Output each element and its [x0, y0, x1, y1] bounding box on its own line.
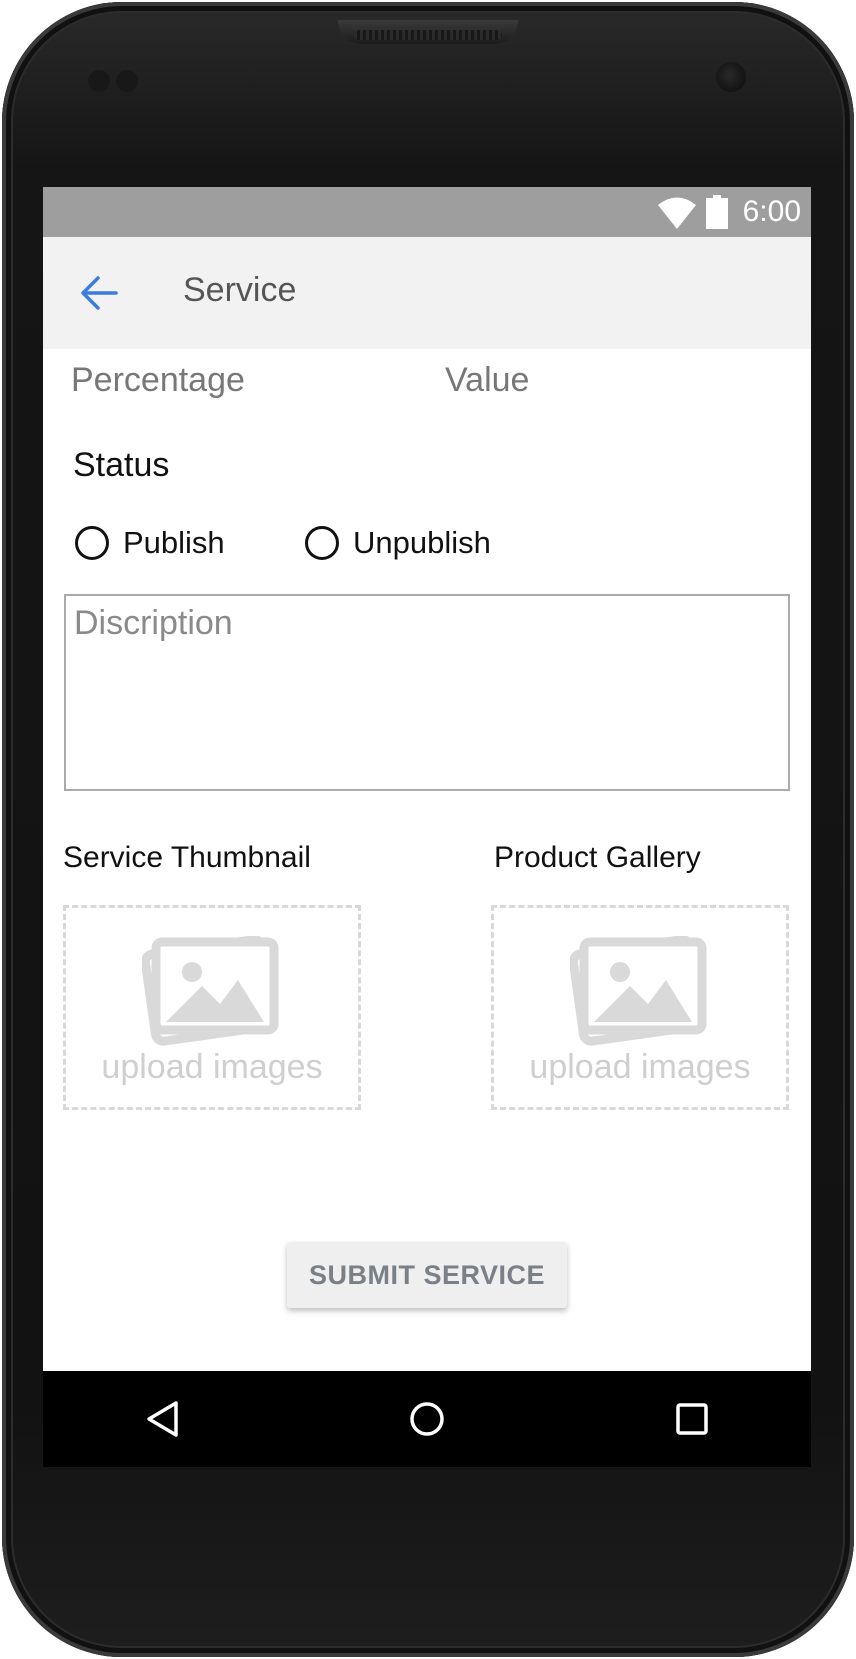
app-bar: Service — [43, 237, 811, 349]
screen: 6:00 Service Percentage Value Status Pub… — [43, 187, 811, 1467]
image-icon — [142, 936, 279, 1046]
image-icon — [570, 936, 707, 1046]
status-heading: Status — [73, 446, 170, 484]
thumbnail-upload-box[interactable]: upload images — [63, 905, 361, 1110]
service-form: Percentage Value Status Publish Unpublis… — [43, 349, 811, 1369]
nav-back-icon[interactable] — [143, 1399, 183, 1439]
gallery-upload-text: upload images — [529, 1048, 751, 1086]
light-sensor — [116, 70, 138, 92]
unpublish-radio[interactable]: Unpublish — [305, 521, 491, 565]
description-placeholder: Discription — [74, 604, 233, 642]
percentage-field[interactable]: Percentage — [71, 361, 245, 400]
submit-service-button[interactable]: SUBMIT SERVICE — [287, 1242, 567, 1308]
radio-circle-icon[interactable] — [305, 526, 339, 560]
page-title: Service — [183, 271, 297, 309]
battery-icon — [706, 195, 728, 229]
nav-home-icon[interactable] — [407, 1399, 447, 1439]
status-time: 6:00 — [742, 195, 801, 228]
status-bar: 6:00 — [43, 187, 811, 237]
publish-radio-label: Publish — [123, 525, 225, 560]
phone-frame: 6:00 Service Percentage Value Status Pub… — [0, 0, 856, 1659]
radio-circle-icon[interactable] — [75, 526, 109, 560]
unpublish-radio-label: Unpublish — [353, 525, 491, 560]
product-gallery-label: Product Gallery — [494, 841, 701, 874]
value-field[interactable]: Value — [445, 361, 529, 400]
publish-radio[interactable]: Publish — [75, 521, 225, 565]
thumbnail-upload-text: upload images — [101, 1048, 323, 1086]
nav-recents-icon[interactable] — [672, 1399, 712, 1439]
front-camera — [716, 62, 746, 92]
navigation-bar — [43, 1371, 811, 1467]
arrow-back-icon[interactable] — [79, 273, 119, 313]
wifi-icon — [658, 197, 696, 229]
proximity-sensor — [88, 70, 110, 92]
speaker-grill — [354, 30, 502, 40]
gallery-upload-box[interactable]: upload images — [491, 905, 789, 1110]
service-thumbnail-label: Service Thumbnail — [63, 841, 311, 874]
description-textarea[interactable]: Discription — [64, 594, 790, 791]
